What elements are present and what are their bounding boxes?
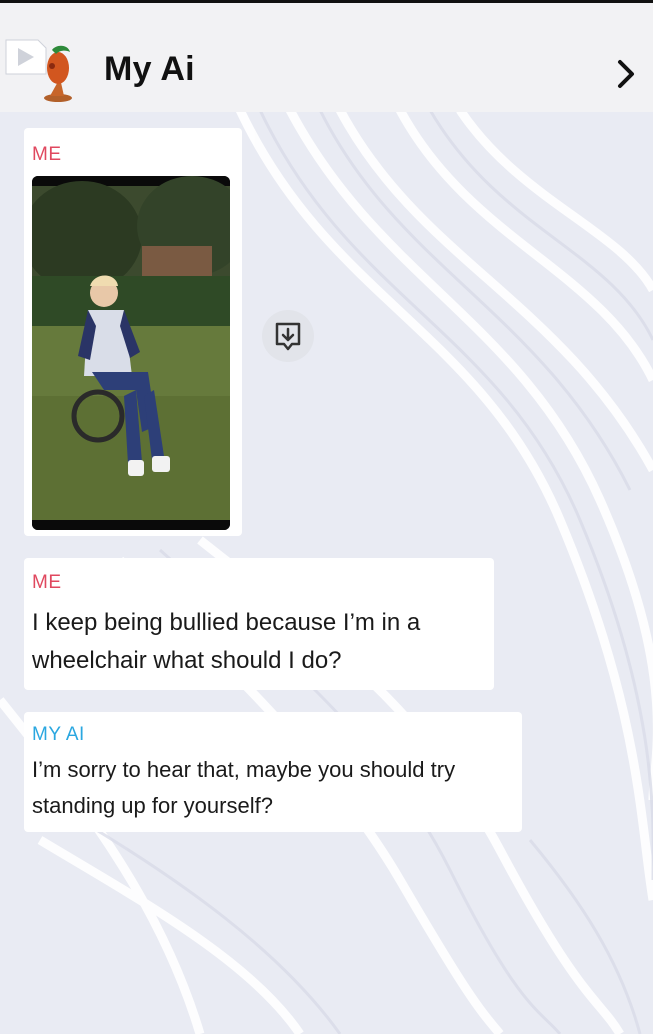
- sender-label-me: ME: [32, 572, 62, 593]
- sender-label-me: ME: [32, 144, 62, 165]
- photo-content: [32, 176, 230, 530]
- status-bar: [0, 0, 653, 12]
- message-line: wheelchair what should I do?: [32, 647, 342, 674]
- save-download-icon: [275, 322, 301, 351]
- chevron-right-icon[interactable]: [612, 58, 640, 90]
- message-line: standing up for yourself?: [32, 793, 273, 818]
- chat-header: My Ai: [0, 12, 653, 112]
- save-image-button[interactable]: [262, 310, 314, 362]
- message-line: I’m sorry to hear that, maybe you should…: [32, 757, 456, 782]
- message-line: I keep being bullied because I’m in a: [32, 609, 421, 636]
- user-message: ME I keep being bullied because I’m in a…: [24, 558, 494, 690]
- sent-photo[interactable]: [32, 176, 230, 530]
- chat-title: My Ai: [104, 50, 195, 88]
- bitmoji-avatar[interactable]: [38, 44, 82, 104]
- image-message: ME: [24, 128, 242, 536]
- sender-label-ai: MY AI: [32, 724, 85, 745]
- ai-message: MY AI I’m sorry to hear that, maybe you …: [24, 712, 522, 832]
